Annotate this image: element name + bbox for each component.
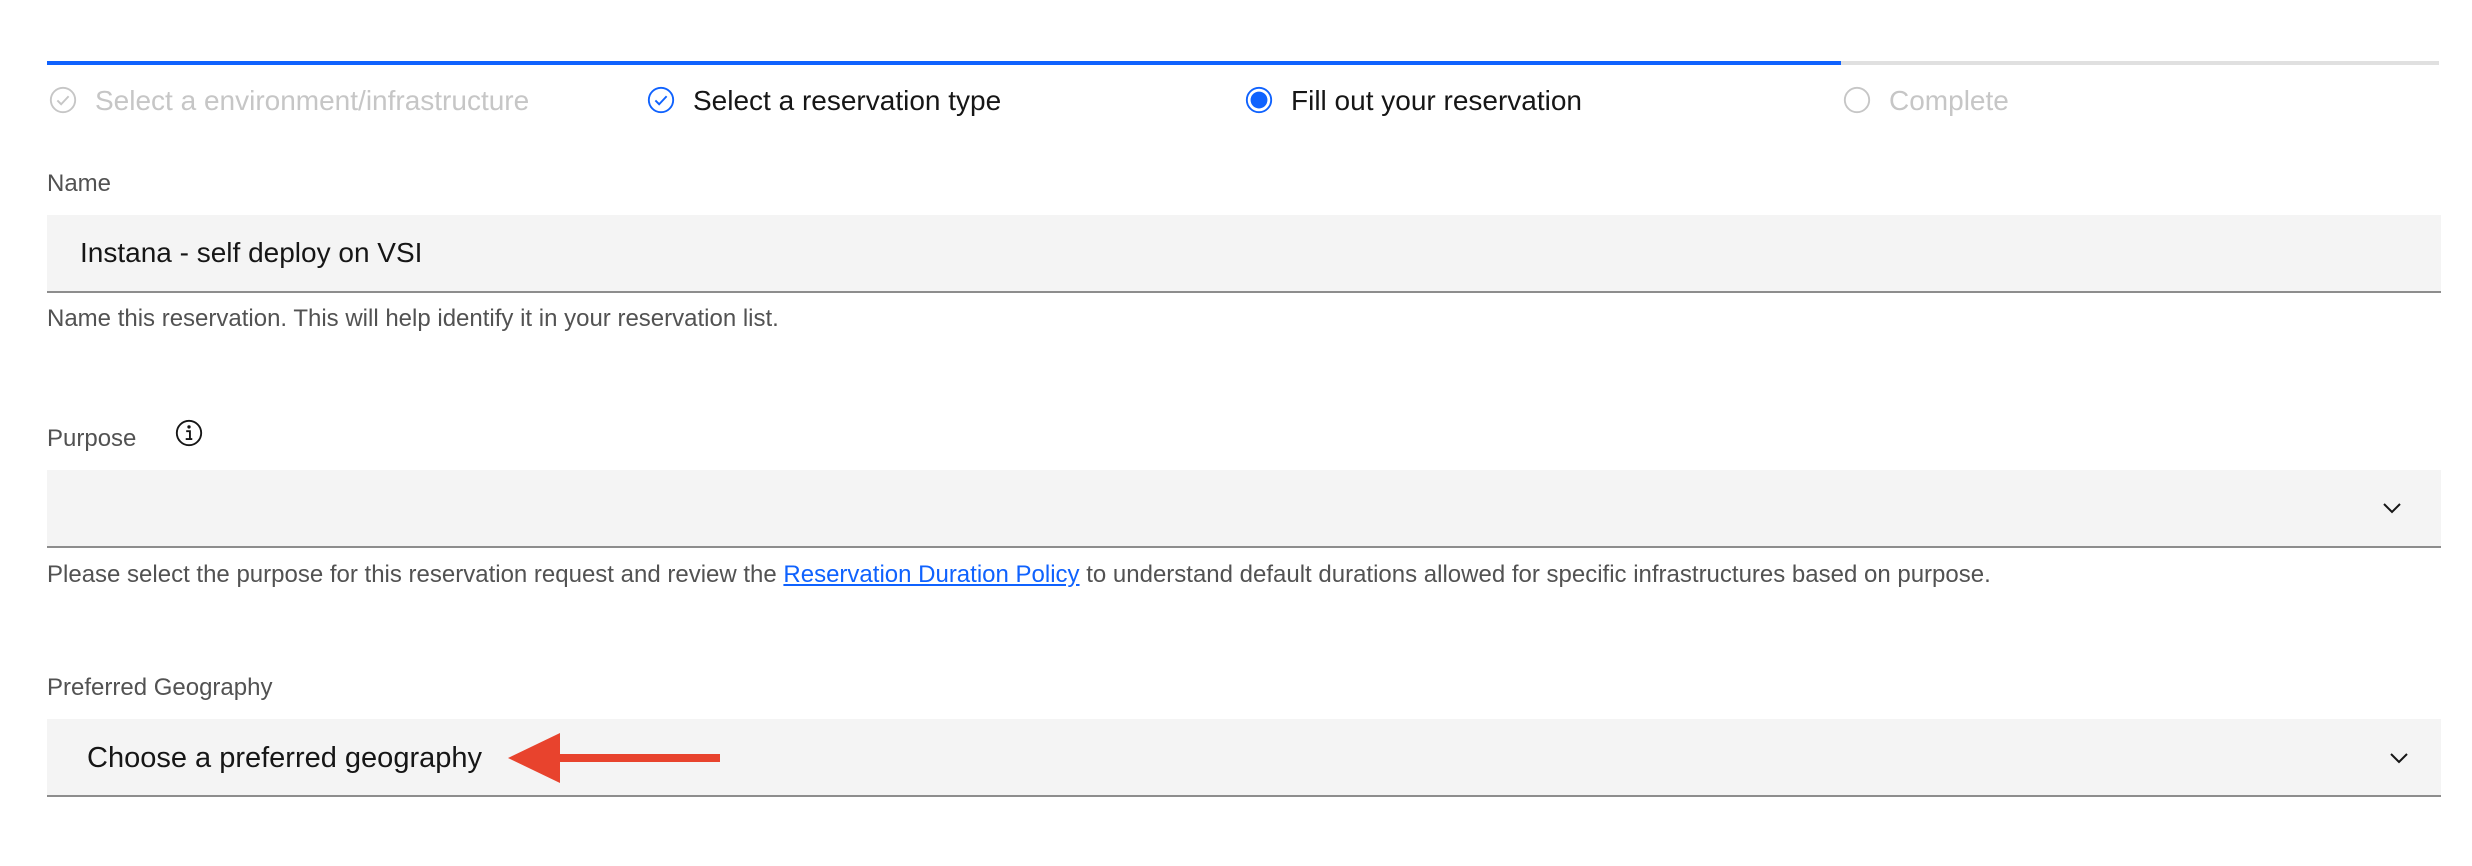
purpose-label: Purpose	[47, 425, 137, 452]
progress-step-environment[interactable]: Select a environment/infrastructure	[47, 61, 645, 131]
information-icon[interactable]	[174, 418, 204, 448]
purpose-helper-before: Please select the purpose for this reser…	[47, 561, 784, 588]
name-input-value: Instana - self deploy on VSI	[80, 237, 423, 268]
progress-step-bar	[47, 61, 645, 65]
reservation-form-page: Select a environment/infrastructure Sele…	[0, 0, 2472, 866]
progress-step-label: Select a environment/infrastructure	[95, 85, 530, 116]
progress-step-bar	[645, 61, 1243, 65]
geography-label: Preferred Geography	[47, 674, 273, 701]
radio-current-icon	[1245, 86, 1273, 114]
purpose-helper-text: Please select the purpose for this reser…	[47, 561, 1991, 589]
progress-step-complete: Complete	[1841, 61, 2439, 131]
progress-step-label: Complete	[1889, 85, 2009, 116]
name-label: Name	[47, 170, 112, 197]
purpose-helper-after: to understand default durations allowed …	[1079, 561, 1991, 588]
reservation-duration-policy-link[interactable]: Reservation Duration Policy	[783, 561, 1079, 588]
progress-step-bar	[1243, 61, 1841, 65]
checkmark-outline-icon	[49, 86, 77, 114]
progress-step-fill-out[interactable]: Fill out your reservation	[1243, 61, 1841, 131]
name-input[interactable]: Instana - self deploy on VSI	[47, 215, 2441, 293]
geography-select[interactable]: Choose a preferred geography	[47, 719, 2441, 797]
progress-indicator: Select a environment/infrastructure Sele…	[47, 61, 2441, 131]
name-helper-text: Name this reservation. This will help id…	[47, 305, 779, 332]
purpose-select[interactable]	[47, 470, 2441, 548]
progress-step-reservation-type[interactable]: Select a reservation type	[645, 61, 1243, 131]
geography-select-placeholder: Choose a preferred geography	[87, 742, 482, 774]
progress-step-label: Fill out your reservation	[1291, 85, 1583, 116]
chevron-down-icon	[2390, 753, 2408, 764]
checkmark-outline-icon	[647, 86, 675, 114]
circle-outline-icon	[1843, 86, 1871, 114]
progress-step-label: Select a reservation type	[693, 85, 1002, 116]
progress-step-bar	[1841, 61, 2439, 65]
red-arrow-left-icon	[508, 733, 720, 783]
chevron-down-icon	[2383, 503, 2401, 514]
